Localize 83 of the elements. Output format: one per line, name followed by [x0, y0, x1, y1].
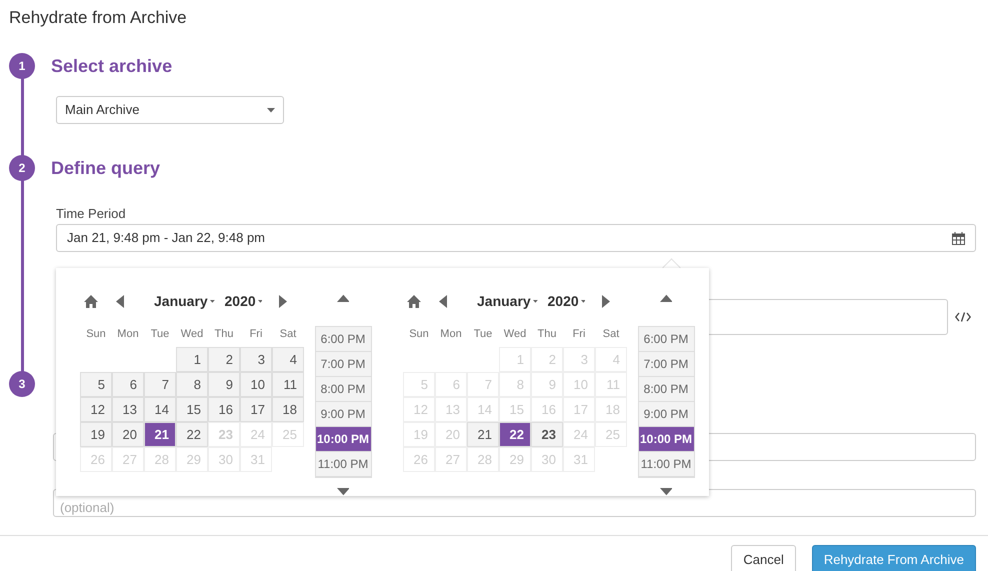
weekday-label: Fri: [248, 328, 264, 342]
day-cell[interactable]: 13: [112, 397, 144, 422]
day-cell[interactable]: 15: [176, 397, 208, 422]
time-option[interactable]: 9:00 PM: [638, 402, 694, 427]
year-dropdown[interactable]: 2020: [548, 290, 586, 312]
caret-down-icon[interactable]: [336, 488, 350, 496]
day-cell[interactable]: 3: [240, 347, 272, 372]
weekday-label: Thu: [536, 328, 558, 342]
time-option[interactable]: 6:00 PM: [638, 327, 694, 352]
day-cell[interactable]: 21: [467, 422, 499, 447]
calendar-icon[interactable]: [952, 232, 965, 244]
archive-select[interactable]: Main Archive: [56, 96, 284, 124]
caret-down-icon[interactable]: [580, 300, 586, 302]
weekday-label: Sun: [408, 328, 430, 342]
previous-icon[interactable]: [439, 294, 447, 308]
month-dropdown[interactable]: January: [154, 290, 214, 312]
weekday-label: Wed: [180, 328, 204, 342]
time-period-field[interactable]: Jan 21, 9:48 pm - Jan 22, 9:48 pm: [56, 224, 976, 252]
caret-up-icon[interactable]: [336, 294, 350, 302]
day-cell[interactable]: 6: [112, 372, 144, 397]
day-cell[interactable]: 19: [80, 422, 112, 447]
day-cell[interactable]: 18: [272, 397, 304, 422]
day-cell[interactable]: 22: [499, 422, 531, 447]
step-number: 3: [9, 371, 35, 397]
previous-icon[interactable]: [116, 294, 124, 308]
step-number: 2: [9, 155, 35, 181]
day-cell[interactable]: 1: [176, 347, 208, 372]
time-option[interactable]: 7:00 PM: [316, 352, 370, 377]
time-option[interactable]: 10:00 PM: [316, 427, 370, 452]
time-option[interactable]: 10:00 PM: [638, 427, 694, 452]
day-cell[interactable]: 21: [144, 422, 176, 447]
step-number: 1: [9, 53, 35, 79]
month-dropdown[interactable]: January: [477, 290, 538, 312]
day-cell[interactable]: 2: [208, 347, 240, 372]
year-dropdown[interactable]: 2020: [224, 290, 262, 312]
day-cell[interactable]: 17: [240, 397, 272, 422]
weekday-label: Sun: [85, 328, 107, 342]
rehydrate-button[interactable]: Rehydrate From Archive: [812, 545, 976, 571]
day-cell[interactable]: 4: [272, 347, 304, 372]
weekday-label: Tue: [472, 328, 494, 342]
weekday-label: Tue: [150, 328, 170, 342]
day-cell[interactable]: 20: [112, 422, 144, 447]
weekday-label: Wed: [502, 328, 528, 342]
weekday-label: Mon: [439, 328, 463, 342]
day-cell[interactable]: 9: [208, 372, 240, 397]
day-cell[interactable]: 14: [144, 397, 176, 422]
time-option[interactable]: 7:00 PM: [638, 352, 694, 377]
day-cell[interactable]: 16: [208, 397, 240, 422]
time-option[interactable]: 11:00 PM: [638, 452, 694, 477]
time-option[interactable]: 8:00 PM: [638, 377, 694, 402]
caret-down-icon[interactable]: [660, 488, 672, 496]
weekday-label: Sat: [278, 328, 298, 342]
weekday-label: Mon: [116, 328, 140, 342]
day-cell[interactable]: 5: [80, 372, 112, 397]
time-option[interactable]: 8:00 PM: [316, 377, 370, 402]
caret-down-icon[interactable]: [267, 108, 275, 112]
code-icon[interactable]: [955, 312, 971, 322]
dialog-title: Rehydrate from Archive: [8, 7, 188, 29]
step-title: Select archive: [51, 54, 172, 78]
day-cell[interactable]: 11: [272, 372, 304, 397]
weekday-label: Fri: [572, 328, 586, 342]
time-option[interactable]: 6:00 PM: [316, 327, 370, 352]
home-icon[interactable]: [84, 294, 98, 308]
weekday-label: Sat: [602, 328, 620, 342]
day-cell[interactable]: 7: [144, 372, 176, 397]
weekday-label: Thu: [214, 328, 234, 342]
caret-down-icon[interactable]: [258, 300, 262, 302]
step-title: Define query: [51, 156, 160, 180]
time-option[interactable]: 9:00 PM: [316, 402, 370, 427]
cancel-button[interactable]: Cancel: [731, 545, 796, 571]
time-option[interactable]: 11:00 PM: [316, 452, 370, 477]
next-icon[interactable]: [602, 294, 610, 308]
day-cell[interactable]: 8: [176, 372, 208, 397]
caret-up-icon[interactable]: [660, 294, 672, 302]
day-cell[interactable]: 12: [80, 397, 112, 422]
home-icon[interactable]: [407, 294, 421, 308]
day-cell[interactable]: 23: [531, 422, 563, 447]
caret-down-icon[interactable]: [532, 300, 538, 302]
caret-down-icon[interactable]: [210, 300, 214, 302]
day-cell[interactable]: 22: [176, 422, 208, 447]
field-label: Time Period: [56, 205, 127, 223]
day-cell[interactable]: 10: [240, 372, 272, 397]
next-icon[interactable]: [279, 294, 288, 308]
